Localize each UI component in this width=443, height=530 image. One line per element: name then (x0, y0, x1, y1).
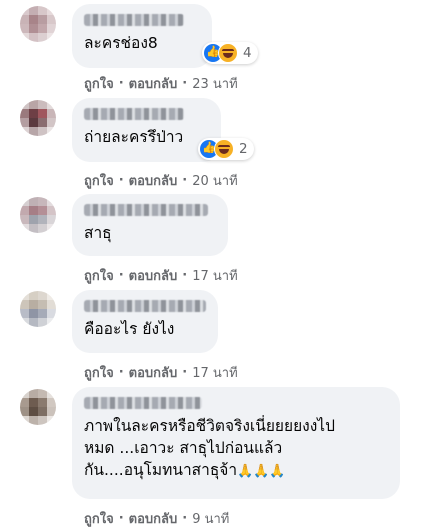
author-name-blurred[interactable] (84, 300, 206, 312)
reaction-count: 4 (243, 45, 252, 61)
author-name-blurred[interactable] (84, 397, 202, 409)
avatar[interactable] (20, 6, 56, 42)
reply-button[interactable]: ตอบกลับ (129, 170, 178, 191)
author-name-blurred[interactable] (84, 108, 184, 120)
separator: · (182, 511, 188, 526)
comment-text: คืออะไร ยังไง (84, 320, 175, 338)
timestamp[interactable]: 20 นาที (192, 170, 237, 191)
reply-button[interactable]: ตอบกลับ (129, 73, 178, 94)
author-name-blurred[interactable] (84, 204, 208, 216)
like-button[interactable]: ถูกใจ (84, 508, 114, 529)
timestamp[interactable]: 23 นาที (192, 73, 237, 94)
comment-actions: ถูกใจ · ตอบกลับ · 23 นาที (84, 73, 238, 94)
like-button[interactable]: ถูกใจ (84, 362, 114, 383)
avatar[interactable] (20, 100, 56, 136)
avatar[interactable] (20, 389, 56, 425)
separator: · (118, 365, 124, 380)
comment-bubble: ละครช่อง8 (72, 4, 212, 68)
comment-actions: ถูกใจ · ตอบกลับ · 20 นาที (84, 170, 238, 191)
comment-text: ภาพในละครหรือชีวิตจริงเนี่ยยยยงงไป หมด .… (84, 415, 388, 483)
comment-actions: ถูกใจ · ตอบกลับ · 9 นาที (84, 508, 229, 529)
haha-icon (214, 139, 234, 159)
comment-bubble: คืออะไร ยังไง (72, 290, 218, 353)
comment-body: ภาพในละครหรือชีวิตจริงเนี่ยยยยงงไป หมด .… (84, 417, 335, 479)
reaction-count: 2 (239, 141, 248, 157)
timestamp[interactable]: 17 นาที (192, 265, 237, 286)
separator: · (182, 76, 188, 91)
comment-bubble: ภาพในละครหรือชีวิตจริงเนี่ยยยยงงไป หมด .… (72, 387, 400, 499)
comment-text: ถ่ายละครรึป่าว (84, 128, 184, 146)
reply-button[interactable]: ตอบกลับ (129, 265, 178, 286)
like-button[interactable]: ถูกใจ (84, 170, 114, 191)
haha-icon (218, 43, 238, 63)
separator: · (182, 365, 188, 380)
reply-button[interactable]: ตอบกลับ (129, 508, 178, 529)
comment-actions: ถูกใจ · ตอบกลับ · 17 นาที (84, 362, 238, 383)
separator: · (182, 268, 188, 283)
reactions-summary[interactable]: 2 (198, 138, 254, 160)
reply-button[interactable]: ตอบกลับ (129, 362, 178, 383)
comment-text: ละครช่อง8 (84, 34, 158, 52)
separator: · (118, 173, 124, 188)
timestamp[interactable]: 9 นาที (192, 508, 229, 529)
comment-actions: ถูกใจ · ตอบกลับ · 17 นาที (84, 265, 238, 286)
separator: · (182, 173, 188, 188)
avatar[interactable] (20, 291, 56, 327)
comment-text: สาธุ (84, 224, 112, 242)
reactions-summary[interactable]: 4 (202, 42, 258, 64)
separator: · (118, 511, 124, 526)
author-name-blurred[interactable] (84, 14, 184, 26)
like-button[interactable]: ถูกใจ (84, 265, 114, 286)
comment-bubble: สาธุ (72, 194, 228, 256)
separator: · (118, 268, 124, 283)
like-button[interactable]: ถูกใจ (84, 73, 114, 94)
avatar[interactable] (20, 197, 56, 233)
separator: · (118, 76, 124, 91)
folded-hands-emoji: 🙏🙏🙏 (237, 464, 286, 479)
timestamp[interactable]: 17 นาที (192, 362, 237, 383)
